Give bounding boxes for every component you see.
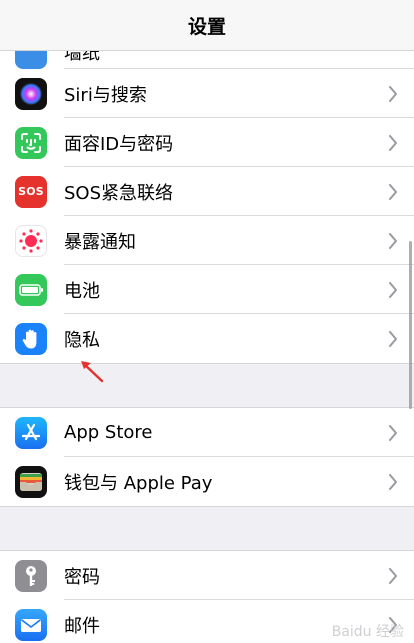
chevron-right-icon bbox=[389, 232, 397, 249]
wallpaper-icon bbox=[15, 51, 47, 69]
annotation-arrow-icon bbox=[81, 361, 104, 383]
settings-row-siri[interactable]: Siri与搜索 bbox=[0, 69, 414, 118]
settings-row-label: 暴露通知 bbox=[64, 231, 136, 253]
watermark: Baidu 经验 bbox=[331, 624, 404, 640]
mail-icon bbox=[15, 608, 47, 641]
settings-row-faceid[interactable]: 面容ID与密码 bbox=[0, 118, 414, 167]
wallet-icon bbox=[15, 465, 47, 498]
settings-row-wallet[interactable]: 钱包与 Apple Pay bbox=[0, 457, 414, 506]
section-gap bbox=[0, 506, 414, 551]
navigation-bar: 设置 bbox=[0, 0, 414, 51]
chevron-right-icon bbox=[389, 183, 397, 200]
scrollbar[interactable] bbox=[409, 241, 412, 409]
chevron-right-icon bbox=[389, 424, 397, 441]
settings-row-passwords[interactable]: 密码 bbox=[0, 551, 414, 600]
battery-icon bbox=[15, 273, 47, 306]
settings-row-label: 邮件 bbox=[64, 615, 100, 637]
settings-row-wallpaper[interactable]: 墙纸 bbox=[0, 51, 414, 69]
chevron-right-icon bbox=[389, 567, 397, 584]
exposure-notification-icon bbox=[15, 224, 47, 257]
settings-row-label: SOS紧急联络 bbox=[64, 182, 174, 204]
settings-row-label: 墙纸 bbox=[64, 51, 100, 64]
settings-row-privacy[interactable]: 隐私 bbox=[0, 314, 414, 363]
settings-row-label: 钱包与 Apple Pay bbox=[64, 472, 213, 494]
settings-row-label: 隐私 bbox=[64, 329, 100, 351]
settings-row-label: 面容ID与密码 bbox=[64, 133, 174, 155]
settings-row-sos[interactable]: SOS SOS紧急联络 bbox=[0, 167, 414, 216]
settings-row-app-store[interactable]: App Store bbox=[0, 408, 414, 457]
sos-icon: SOS bbox=[15, 175, 47, 208]
settings-row-label: App Store bbox=[64, 422, 153, 443]
chevron-right-icon bbox=[389, 281, 397, 298]
settings-group-system: Siri与搜索 面容ID与密码 SOS SOS紧急联络 暴露通知 电池 隐私 bbox=[0, 69, 414, 363]
page-title: 设置 bbox=[187, 15, 226, 38]
chevron-right-icon bbox=[389, 473, 397, 490]
chevron-right-icon bbox=[389, 85, 397, 102]
settings-group-store: App Store 钱包与 Apple Pay bbox=[0, 408, 414, 506]
faceid-icon bbox=[15, 126, 47, 159]
section-gap bbox=[0, 363, 414, 408]
chevron-right-icon bbox=[389, 134, 397, 151]
settings-list[interactable]: 墙纸 Siri与搜索 面容ID与密码 SOS SOS紧急联络 暴露通知 电池 隐… bbox=[0, 51, 414, 643]
settings-row-exposure-notification[interactable]: 暴露通知 bbox=[0, 216, 414, 265]
app-store-icon bbox=[15, 416, 47, 449]
privacy-hand-icon bbox=[15, 322, 47, 355]
settings-row-label: 电池 bbox=[64, 280, 100, 302]
siri-icon bbox=[15, 77, 47, 110]
settings-row-battery[interactable]: 电池 bbox=[0, 265, 414, 314]
chevron-right-icon bbox=[389, 330, 397, 347]
settings-row-label: Siri与搜索 bbox=[64, 84, 147, 106]
key-icon bbox=[15, 559, 47, 592]
settings-row-label: 密码 bbox=[64, 566, 100, 588]
